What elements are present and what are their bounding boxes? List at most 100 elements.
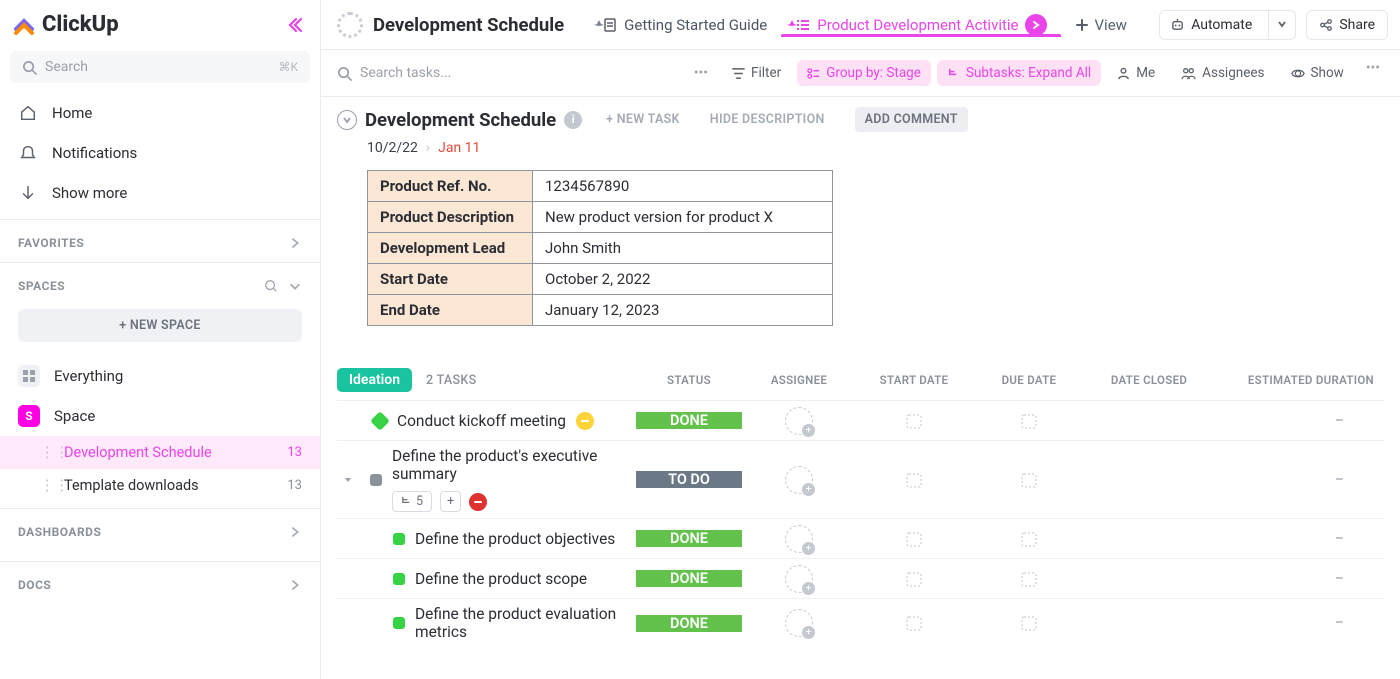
task-title: Define the product objectives [415, 530, 615, 548]
people-icon [1181, 67, 1196, 80]
add-subtask-button[interactable]: + [440, 491, 461, 512]
duration-cell[interactable]: – [1214, 472, 1384, 488]
due-date-cell[interactable] [974, 470, 1084, 490]
duration-cell[interactable]: – [1214, 413, 1384, 429]
tab-product-dev-activities[interactable]: Product Development Activitie [781, 14, 1060, 36]
page-dates: 10/2/22 › Jan 11 [337, 132, 1384, 170]
add-comment-button[interactable]: ADD COMMENT [855, 107, 968, 132]
eye-icon [1291, 67, 1305, 80]
start-date-cell[interactable] [854, 470, 974, 490]
group-name[interactable]: Ideation [337, 368, 412, 392]
search-icon[interactable] [264, 279, 278, 293]
task-row[interactable]: Conduct kickoff meeting DONE – [337, 400, 1384, 440]
more-icon[interactable]: ••• [690, 65, 712, 81]
list-development-schedule[interactable]: ⋮⋮ Development Schedule 13 [0, 436, 320, 469]
expand-toggle[interactable] [337, 475, 360, 485]
task-row[interactable]: Define the product evaluation metrics DO… [337, 598, 1384, 647]
status-badge[interactable]: DONE [636, 412, 742, 429]
assignee-placeholder-icon [785, 466, 813, 494]
add-view-button[interactable]: View [1061, 14, 1141, 36]
tab-getting-started[interactable]: Getting Started Guide [588, 14, 781, 36]
nav-home[interactable]: Home [0, 93, 320, 133]
assignees-button[interactable]: Assignees [1171, 60, 1274, 86]
info-val: January 12, 2023 [533, 295, 833, 326]
sidebar: ClickUp Search ⌘K Home Notifications Sho… [0, 0, 321, 679]
due-date[interactable]: Jan 11 [438, 140, 480, 156]
duration-cell[interactable]: – [1214, 571, 1384, 587]
task-row[interactable]: Define the product scope DONE – [337, 558, 1384, 598]
task-search[interactable]: Search tasks... [337, 65, 680, 81]
start-date-cell[interactable] [854, 569, 974, 589]
assignee-cell[interactable] [744, 466, 854, 494]
assignee-cell[interactable] [744, 565, 854, 593]
hide-description-button[interactable]: HIDE DESCRIPTION [710, 112, 825, 127]
calendar-icon [1019, 569, 1039, 589]
info-val: 1234567890 [533, 171, 833, 202]
toolbar-more-icon[interactable]: ••• [1360, 60, 1384, 86]
group-count: 2 TASKS [426, 373, 476, 388]
robot-icon [1170, 17, 1185, 32]
assignee-cell[interactable] [744, 609, 854, 637]
group-by-button[interactable]: Group by: Stage [797, 60, 931, 86]
nav-notifications[interactable]: Notifications [0, 133, 320, 173]
start-date-cell[interactable] [854, 411, 974, 431]
dashboards-section[interactable]: DASHBOARDS [0, 509, 320, 555]
nav-show-more[interactable]: Show more [0, 173, 320, 213]
collapse-icon[interactable] [337, 110, 357, 130]
assignee-cell[interactable] [744, 525, 854, 553]
due-date-cell[interactable] [974, 411, 1084, 431]
person-icon [1117, 67, 1130, 80]
new-space-button[interactable]: + NEW SPACE [18, 309, 302, 342]
new-task-button[interactable]: + NEW TASK [606, 112, 680, 127]
calendar-icon [1019, 470, 1039, 490]
sidebar-collapse-button[interactable] [284, 15, 304, 35]
subtasks-button[interactable]: Subtasks: Expand All [937, 60, 1101, 86]
subtask-icon [401, 496, 412, 507]
due-date-cell[interactable] [974, 569, 1084, 589]
space-row[interactable]: S Space [0, 396, 320, 436]
duration-cell[interactable]: – [1214, 531, 1384, 547]
list-status-icon[interactable] [337, 12, 363, 38]
status-badge[interactable]: DONE [636, 570, 742, 587]
col-status: STATUS [634, 373, 744, 387]
docs-section[interactable]: DOCS [0, 562, 320, 608]
subtask-icon [947, 67, 960, 80]
start-date[interactable]: 10/2/22 [367, 140, 418, 156]
status-badge[interactable]: DONE [636, 530, 742, 547]
automate-button[interactable]: Automate [1159, 10, 1296, 40]
col-date-closed: DATE CLOSED [1084, 373, 1214, 387]
show-button[interactable]: Show [1281, 60, 1354, 86]
subtask-count[interactable]: 5 [392, 491, 432, 512]
chevron-down-icon[interactable] [288, 279, 302, 293]
duration-cell[interactable]: – [1214, 615, 1384, 631]
col-due-date: DUE DATE [974, 373, 1084, 387]
favorites-section[interactable]: FAVORITES [0, 220, 320, 256]
due-date-cell[interactable] [974, 529, 1084, 549]
automate-dropdown[interactable] [1268, 11, 1295, 39]
list-template-downloads[interactable]: ⋮⋮ Template downloads 13 [0, 469, 320, 502]
filter-icon [732, 67, 745, 80]
logo[interactable]: ClickUp [12, 12, 119, 37]
start-date-cell[interactable] [854, 529, 974, 549]
tab-action-icon[interactable] [1025, 14, 1047, 36]
priority-icon[interactable] [576, 412, 594, 430]
calendar-icon [904, 529, 924, 549]
filter-button[interactable]: Filter [722, 60, 791, 86]
assignee-cell[interactable] [744, 407, 854, 435]
due-date-cell[interactable] [974, 613, 1084, 633]
status-badge[interactable]: DONE [636, 615, 742, 632]
start-date-cell[interactable] [854, 613, 974, 633]
assignee-placeholder-icon [785, 525, 813, 553]
status-badge[interactable]: TO DO [636, 471, 742, 488]
space-avatar-icon: S [18, 405, 40, 427]
info-icon[interactable]: i [564, 111, 582, 129]
blocked-icon[interactable] [469, 493, 487, 511]
task-row[interactable]: Define the product's executive summary 5… [337, 440, 1384, 518]
everything-space[interactable]: Everything [0, 356, 320, 396]
list-title[interactable]: Development Schedule [373, 14, 564, 36]
me-button[interactable]: Me [1107, 60, 1165, 86]
share-button[interactable]: Share [1306, 10, 1388, 40]
task-row[interactable]: Define the product objectives DONE – [337, 518, 1384, 558]
sidebar-search[interactable]: Search ⌘K [10, 51, 310, 83]
status-bullet-icon [393, 573, 405, 585]
